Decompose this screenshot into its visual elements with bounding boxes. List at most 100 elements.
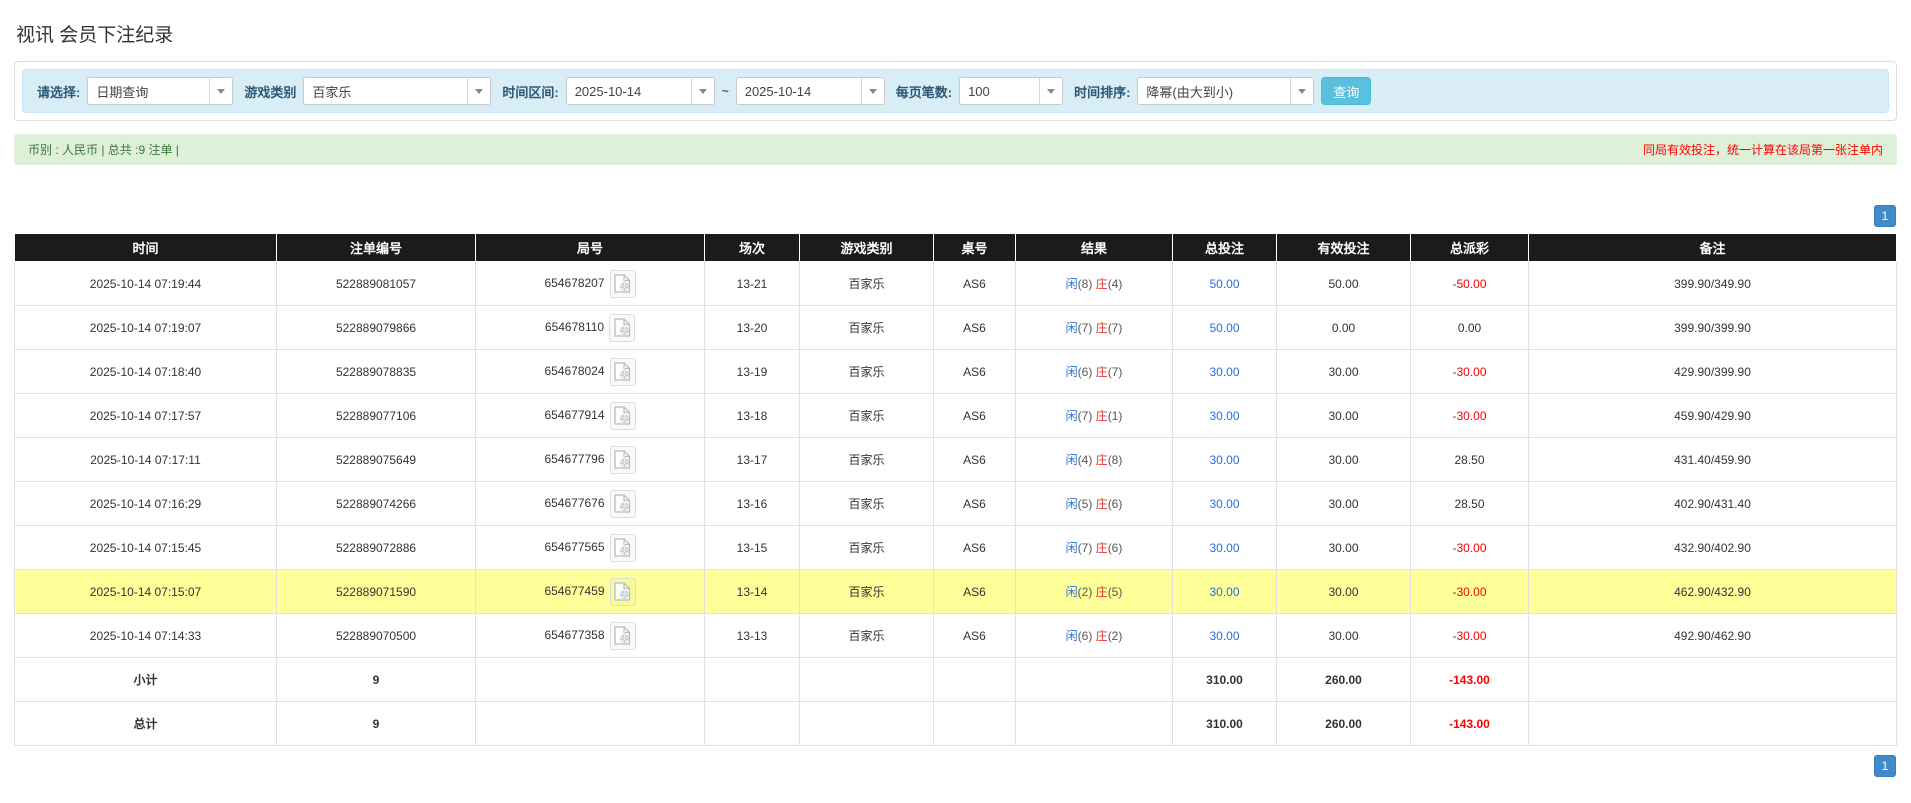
page-size-value[interactable] (960, 78, 1039, 104)
cell-round: 654678024 (476, 350, 705, 394)
cell-valid-bet: 30.00 (1277, 570, 1411, 614)
cell-valid-bet: 50.00 (1277, 262, 1411, 306)
cell-total-bet-link[interactable]: 30.00 (1173, 350, 1277, 394)
result-banker-score: (8) (1108, 453, 1123, 467)
result-player-score: (2) (1078, 585, 1093, 599)
video-record-icon[interactable] (610, 622, 636, 650)
result-player: 闲 (1066, 541, 1078, 555)
cell-payout: 28.50 (1411, 438, 1529, 482)
video-record-icon[interactable] (610, 358, 636, 386)
game-type-value[interactable] (304, 78, 467, 104)
cell-total-bet-link[interactable]: 50.00 (1173, 262, 1277, 306)
cell-total-bet-link[interactable]: 30.00 (1173, 394, 1277, 438)
cell-round: 654677358 (476, 614, 705, 658)
round-number: 654677565 (544, 540, 604, 554)
video-record-icon[interactable] (610, 534, 636, 562)
subtotal-payout: -143.00 (1411, 658, 1529, 702)
sort-select[interactable] (1137, 77, 1314, 105)
date-to-value[interactable] (737, 78, 861, 104)
table-row: 2025-10-14 07:18:40 522889078835 6546780… (15, 350, 1897, 394)
cell-round: 654677796 (476, 438, 705, 482)
result-player: 闲 (1066, 585, 1078, 599)
cell-payout: 0.00 (1411, 306, 1529, 350)
table-footer: 小计 9 310.00 260.00 -143.00 总计 9 310.00 2… (15, 658, 1897, 746)
cell-session: 13-14 (705, 570, 800, 614)
cell-result: 闲(4) 庄(8) (1016, 438, 1173, 482)
cell-payout: -30.00 (1411, 350, 1529, 394)
cell-remark: 399.90/349.90 (1529, 262, 1897, 306)
round-number: 654677796 (544, 452, 604, 466)
result-player-score: (6) (1078, 629, 1093, 643)
cell-result: 闲(6) 庄(7) (1016, 350, 1173, 394)
game-type-label: 游戏类别 (244, 82, 296, 101)
video-record-icon[interactable] (610, 402, 636, 430)
date-query-value[interactable] (88, 78, 209, 104)
cell-game-type: 百家乐 (800, 526, 934, 570)
result-player: 闲 (1066, 321, 1078, 335)
page-size-select[interactable] (959, 77, 1063, 105)
date-from-value[interactable] (567, 78, 691, 104)
cell-game-type: 百家乐 (800, 482, 934, 526)
cell-round: 654677565 (476, 526, 705, 570)
round-number: 654677358 (544, 628, 604, 642)
chevron-down-icon[interactable] (467, 78, 490, 104)
video-record-icon[interactable] (610, 490, 636, 518)
cell-game-type: 百家乐 (800, 614, 934, 658)
result-banker-score: (7) (1108, 365, 1123, 379)
cell-session: 13-20 (705, 306, 800, 350)
round-number: 654677914 (544, 408, 604, 422)
result-player-score: (7) (1078, 321, 1093, 335)
header-valid-bet: 有效投注 (1277, 234, 1411, 262)
chevron-down-icon[interactable] (1290, 78, 1313, 104)
date-query-select[interactable] (87, 77, 233, 105)
cell-payout: -30.00 (1411, 526, 1529, 570)
cell-result: 闲(7) 庄(6) (1016, 526, 1173, 570)
sort-value[interactable] (1138, 78, 1290, 104)
game-type-select[interactable] (303, 77, 491, 105)
cell-time: 2025-10-14 07:15:45 (15, 526, 277, 570)
result-banker: 庄 (1096, 541, 1108, 555)
total-count: 9 (277, 702, 476, 746)
chevron-down-icon[interactable] (209, 78, 232, 104)
video-record-icon[interactable] (610, 270, 636, 298)
chevron-down-icon[interactable] (1039, 78, 1062, 104)
date-to-select[interactable] (736, 77, 885, 105)
cell-total-bet-link[interactable]: 30.00 (1173, 438, 1277, 482)
cell-bet-id: 522889072886 (277, 526, 476, 570)
valid-bet-notice-text: 同局有效投注，统一计算在该局第一张注单内 (1643, 141, 1883, 158)
cell-bet-id: 522889077106 (277, 394, 476, 438)
result-banker-score: (1) (1108, 409, 1123, 423)
cell-time: 2025-10-14 07:19:44 (15, 262, 277, 306)
cell-session: 13-17 (705, 438, 800, 482)
cell-round: 654678207 (476, 262, 705, 306)
table-row: 2025-10-14 07:17:11 522889075649 6546777… (15, 438, 1897, 482)
result-banker: 庄 (1096, 365, 1108, 379)
table-row: 2025-10-14 07:15:45 522889072886 6546775… (15, 526, 1897, 570)
header-time: 时间 (15, 234, 277, 262)
cell-valid-bet: 30.00 (1277, 438, 1411, 482)
sort-label: 时间排序: (1074, 82, 1130, 101)
cell-valid-bet: 30.00 (1277, 350, 1411, 394)
chevron-down-icon[interactable] (691, 78, 714, 104)
chevron-down-icon[interactable] (861, 78, 884, 104)
cell-result: 闲(6) 庄(2) (1016, 614, 1173, 658)
page-button-1[interactable]: 1 (1874, 755, 1896, 777)
cell-time: 2025-10-14 07:14:33 (15, 614, 277, 658)
cell-remark: 429.90/399.90 (1529, 350, 1897, 394)
round-number: 654678024 (544, 364, 604, 378)
cell-total-bet-link[interactable]: 30.00 (1173, 526, 1277, 570)
info-bar: 币别 : 人民币 | 总共 :9 注单 | 同局有效投注，统一计算在该局第一张注… (14, 134, 1897, 165)
query-button[interactable]: 查询 (1321, 77, 1371, 105)
video-record-icon[interactable] (610, 578, 636, 606)
video-record-icon[interactable] (609, 314, 635, 342)
video-record-icon[interactable] (610, 446, 636, 474)
cell-total-bet-link[interactable]: 30.00 (1173, 482, 1277, 526)
cell-table-no: AS6 (934, 350, 1016, 394)
cell-total-bet-link[interactable]: 30.00 (1173, 570, 1277, 614)
table-row: 2025-10-14 07:16:29 522889074266 6546776… (15, 482, 1897, 526)
page-button-1[interactable]: 1 (1874, 205, 1896, 227)
date-from-select[interactable] (566, 77, 715, 105)
cell-total-bet-link[interactable]: 50.00 (1173, 306, 1277, 350)
cell-total-bet-link[interactable]: 30.00 (1173, 614, 1277, 658)
cell-remark: 459.90/429.90 (1529, 394, 1897, 438)
